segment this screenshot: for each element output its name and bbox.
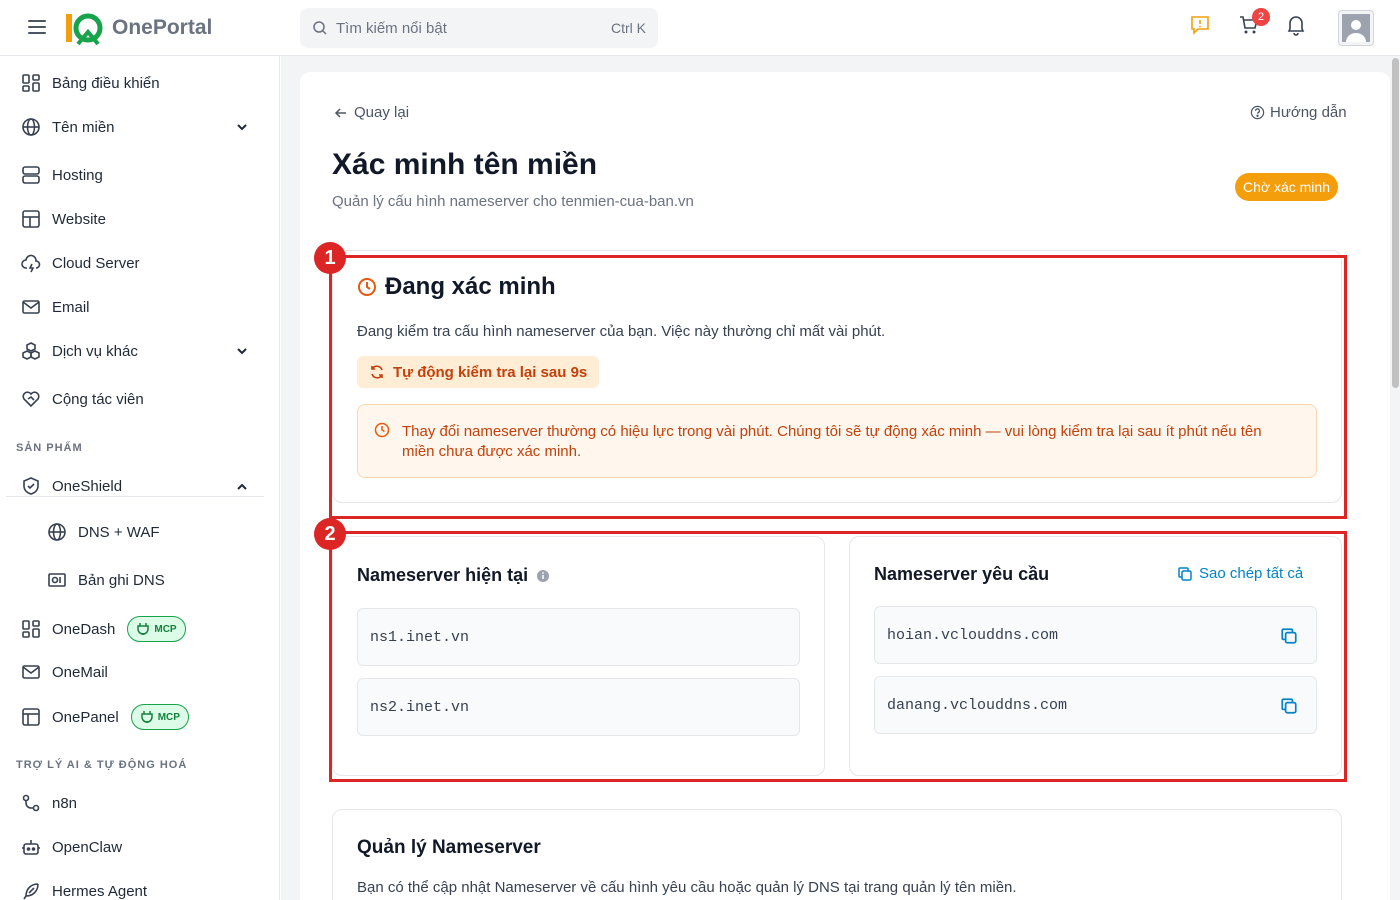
management-description: Bạn có thể cập nhật Nameserver về cấu hì… <box>357 879 1017 896</box>
search-shortcut: Ctrl K <box>611 20 646 36</box>
sidebar-item-website[interactable]: Website <box>20 207 106 231</box>
sidebar-item-label: Tên miền <box>52 118 115 136</box>
sidebar-item-onedash[interactable]: OneDash MCP <box>20 614 186 644</box>
sidebar-item-oneshield[interactable]: OneShield <box>20 474 122 498</box>
sidebar-item-dashboard[interactable]: Bảng điều khiển <box>20 71 160 95</box>
chevron-down-icon[interactable] <box>236 345 248 357</box>
sidebar-item-cloud-server[interactable]: Cloud Server <box>20 251 140 275</box>
arrow-left-icon <box>334 107 346 118</box>
sidebar-item-dns-records[interactable]: Bản ghi DNS <box>46 568 165 592</box>
menu-icon[interactable] <box>28 20 46 34</box>
cloud-icon <box>20 252 42 274</box>
sidebar-item-label: Dịch vụ khác <box>52 342 138 360</box>
sidebar-item-affiliate[interactable]: Cộng tác viên <box>20 387 144 411</box>
annotation-box-2 <box>329 531 1347 782</box>
sidebar-item-label: Email <box>52 298 90 316</box>
sidebar-item-label: Hermes Agent <box>52 882 148 900</box>
cart-badge: 2 <box>1252 8 1270 26</box>
top-bar: OnePortal Ctrl K 2 <box>0 0 1400 56</box>
cart-button[interactable]: 2 <box>1238 8 1270 41</box>
dashboard-icon <box>20 618 42 640</box>
bot-icon <box>20 836 42 858</box>
dashboard-icon <box>20 72 42 94</box>
user-icon <box>1342 14 1370 42</box>
workflow-icon <box>20 792 42 814</box>
help-circle-icon <box>1250 105 1265 120</box>
sidebar-item-label: DNS + WAF <box>78 523 160 541</box>
section-ai-title: TRỢ LÝ AI & TỰ ĐỘNG HOÁ <box>16 759 188 771</box>
sidebar-item-label: Bản ghi DNS <box>78 571 165 589</box>
globe-icon <box>20 116 42 138</box>
chevron-down-icon[interactable] <box>236 121 248 133</box>
globe-icon <box>46 521 68 543</box>
heart-handshake-icon <box>20 388 42 410</box>
avatar[interactable] <box>1338 10 1374 46</box>
management-title: Quản lý Nameserver <box>357 837 541 858</box>
sidebar-item-dns-waf[interactable]: DNS + WAF <box>46 520 160 544</box>
annotation-marker-1: 1 <box>314 242 346 274</box>
sidebar-item-label: Website <box>52 210 106 228</box>
sidebar-item-label: n8n <box>52 794 78 812</box>
sidebar-item-label: Hosting <box>52 166 103 184</box>
feedback-icon[interactable] <box>1189 14 1211 41</box>
scrollbar-thumb[interactable] <box>1392 58 1399 388</box>
scrollbar[interactable] <box>1391 56 1400 900</box>
plug-icon <box>137 623 150 635</box>
sidebar-item-other-services[interactable]: Dịch vụ khác <box>20 339 138 363</box>
sidebar-item-label: OneShield <box>52 477 123 495</box>
mcp-badge: MCP <box>127 616 186 642</box>
sidebar-item-email[interactable]: Email <box>20 295 90 319</box>
search-input[interactable] <box>336 19 611 37</box>
sidebar-item-label: OpenClaw <box>52 838 123 856</box>
mail-icon <box>20 661 42 683</box>
sidebar-item-onemail[interactable]: OneMail <box>20 660 108 684</box>
sidebar-item-hosting[interactable]: Hosting <box>20 163 103 187</box>
sidebar-item-n8n[interactable]: n8n <box>20 791 77 815</box>
annotation-box-1 <box>329 255 1347 519</box>
sidebar-item-onepanel[interactable]: OnePanel MCP <box>20 702 189 732</box>
sidebar-item-label: Cloud Server <box>52 254 140 272</box>
mail-icon <box>20 296 42 318</box>
sidebar-item-label: OnePanel <box>52 708 119 726</box>
boxes-icon <box>20 340 42 362</box>
back-link[interactable]: Quay lại <box>334 104 409 121</box>
page-title: Xác minh tên miền <box>332 148 598 181</box>
divider <box>6 496 264 497</box>
sidebar-item-openclaw[interactable]: OpenClaw <box>20 835 122 859</box>
mcp-badge: MCP <box>130 704 189 730</box>
shield-icon <box>20 475 42 497</box>
sidebar-item-label: Bảng điều khiển <box>52 74 160 92</box>
panel-icon <box>20 706 42 728</box>
logo-text: OnePortal <box>112 16 213 39</box>
dns-record-icon <box>46 569 68 591</box>
search-bar[interactable]: Ctrl K <box>300 8 658 48</box>
plug-icon <box>140 711 153 723</box>
sidebar-item-label: OneMail <box>52 663 108 681</box>
server-icon <box>20 164 42 186</box>
chevron-up-icon[interactable] <box>236 481 248 493</box>
sidebar-item-label: OneDash <box>52 620 116 638</box>
bell-icon[interactable] <box>1286 14 1306 41</box>
sidebar-item-label: Cộng tác viên <box>52 390 144 408</box>
sidebar-item-domain[interactable]: Tên miền <box>20 115 115 139</box>
guide-link[interactable]: Hướng dẫn <box>1250 104 1347 121</box>
layout-icon <box>20 208 42 230</box>
search-icon <box>313 21 327 35</box>
section-products-title: SẢN PHẨM <box>16 442 83 454</box>
page-subtitle: Quản lý cấu hình nameserver cho tenmien-… <box>332 193 694 210</box>
logo[interactable]: OnePortal <box>64 10 212 46</box>
feather-icon <box>20 880 42 900</box>
sidebar-item-hermes-agent[interactable]: Hermes Agent <box>20 879 147 900</box>
status-badge: Chờ xác minh <box>1235 173 1338 201</box>
annotation-marker-2: 2 <box>314 518 346 550</box>
logo-mark <box>66 13 103 46</box>
